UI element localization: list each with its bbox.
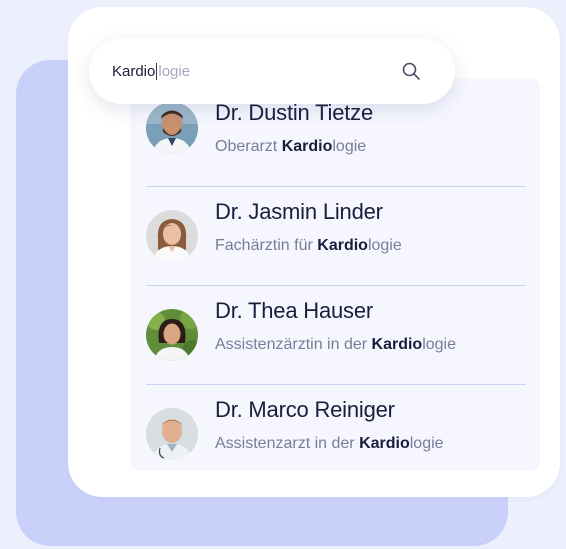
search-autocomplete-text: logie — [158, 62, 191, 80]
search-match-highlight: Kardio — [317, 237, 368, 254]
search-input[interactable]: Kardio logie — [112, 62, 397, 80]
doctor-specialty: Oberarzt Kardiologie — [215, 138, 367, 155]
search-typed-text: Kardio — [112, 62, 156, 80]
search-match-highlight: Kardio — [281, 138, 333, 155]
avatar — [146, 102, 198, 154]
search-button[interactable] — [397, 57, 425, 85]
avatar — [146, 408, 198, 460]
doctor-specialty: Assistenzarzt in der Kardiologie — [215, 435, 444, 452]
list-item[interactable]: Dr. Thea Hauser Assistenzärztin in der K… — [146, 286, 526, 385]
doctor-specialty: Fachärztin für Kardiologie — [215, 237, 402, 254]
text-caret — [156, 62, 158, 80]
search-match-highlight: Kardio — [359, 435, 410, 452]
list-item[interactable]: Dr. Marco Reiniger Assistenzarzt in der … — [146, 385, 526, 484]
avatar — [146, 309, 198, 361]
doctor-name: Dr. Thea Hauser — [215, 298, 374, 323]
list-item[interactable]: Dr. Jasmin Linder Fachärztin für Kardiol… — [146, 187, 526, 286]
avatar — [146, 210, 198, 262]
search-bar[interactable]: Kardio logie — [89, 38, 455, 104]
doctor-name: Dr. Marco Reiniger — [215, 397, 395, 422]
doctor-name: Dr. Jasmin Linder — [215, 199, 383, 224]
doctor-specialty: Assistenzärztin in der Kardiologie — [215, 336, 456, 353]
search-icon — [402, 62, 420, 80]
results-list: Dr. Dustin Tietze Oberarzt Kardiologie D… — [146, 88, 526, 484]
search-match-highlight: Kardio — [371, 336, 423, 353]
